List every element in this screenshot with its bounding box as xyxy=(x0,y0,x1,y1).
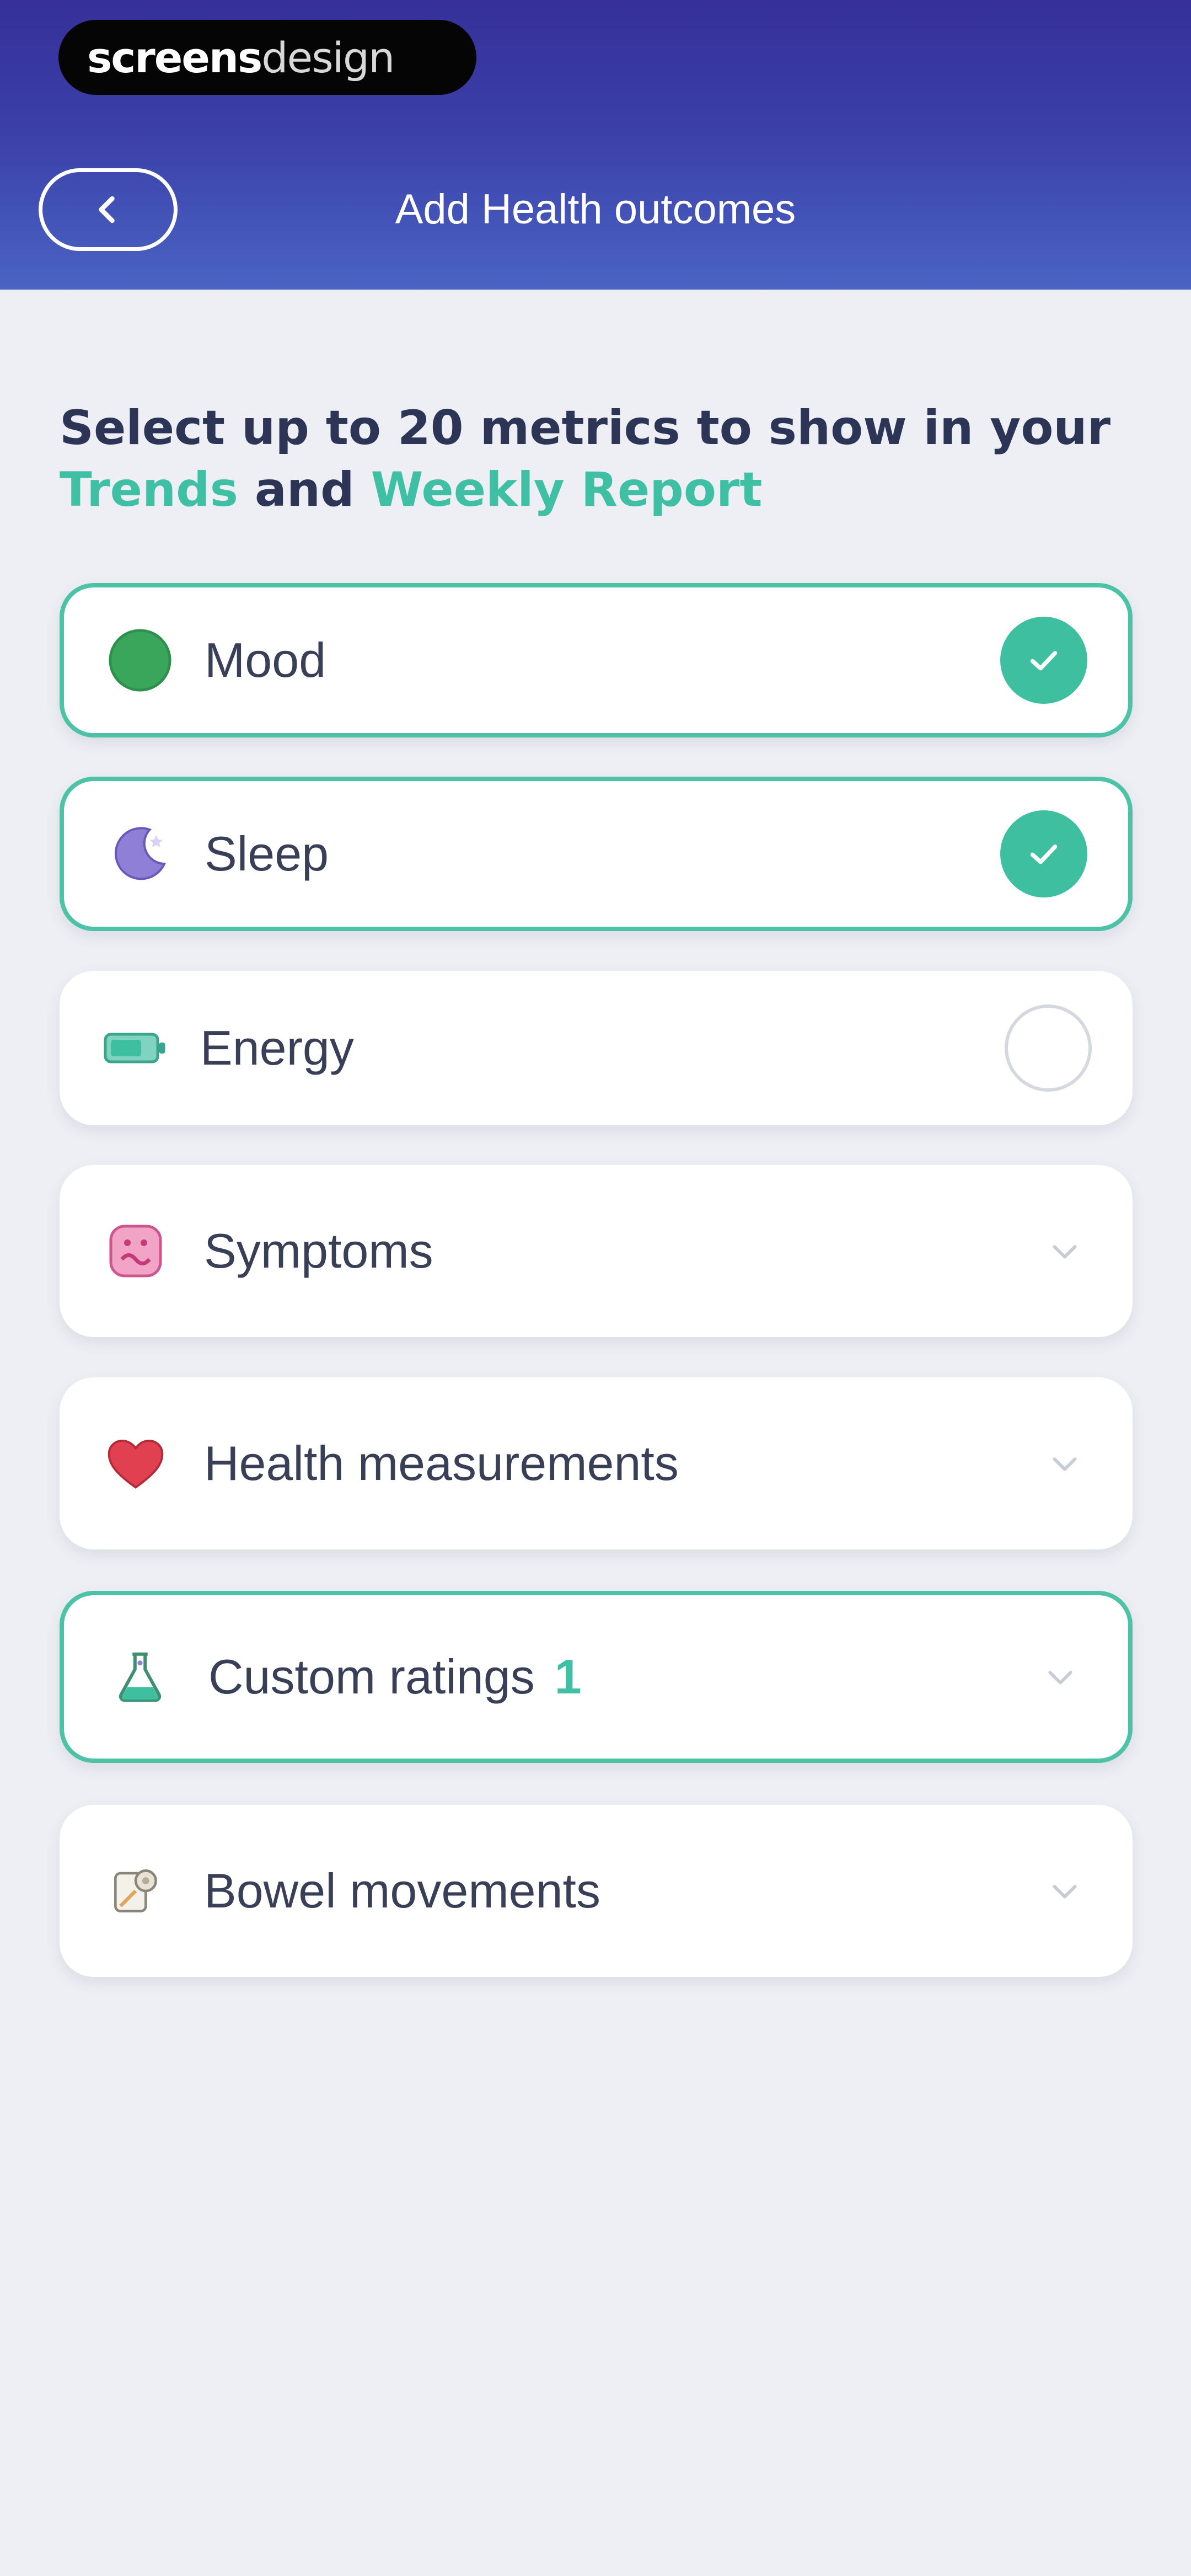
screensdesign-watermark: screens design xyxy=(58,20,476,95)
moon-icon xyxy=(107,821,173,887)
chevron-left-icon xyxy=(99,196,115,223)
category-label: Health measurements xyxy=(204,1436,679,1490)
trends-highlight: Trends xyxy=(60,462,238,517)
checked-checkbox[interactable] xyxy=(1000,617,1087,704)
intro-middle: and xyxy=(238,462,371,517)
metric-card-energy[interactable]: Energy xyxy=(60,971,1133,1125)
back-button[interactable] xyxy=(39,168,178,251)
checked-checkbox[interactable] xyxy=(1000,810,1087,897)
mood-face-icon xyxy=(107,627,173,693)
intro-line-start: Select up to 20 metrics to show in your xyxy=(60,400,1111,456)
category-card-health-measurements[interactable]: Health measurements xyxy=(60,1377,1133,1549)
metric-card-mood[interactable]: Mood xyxy=(60,583,1133,737)
category-label: Custom ratings xyxy=(208,1649,535,1704)
battery-icon xyxy=(103,1015,169,1081)
watermark-part-2: design xyxy=(261,33,395,82)
category-card-bowel-movements[interactable]: Bowel movements xyxy=(60,1805,1133,1977)
page-title: Add Health outcomes xyxy=(395,186,796,233)
heart-icon xyxy=(103,1430,169,1497)
unchecked-checkbox[interactable] xyxy=(1005,1004,1092,1092)
category-label: Symptoms xyxy=(204,1223,433,1278)
chevron-down-icon[interactable] xyxy=(1045,1232,1084,1270)
checkmark-icon xyxy=(1030,845,1058,864)
category-card-symptoms[interactable]: Symptoms xyxy=(60,1165,1133,1337)
watermark-part-1: screens xyxy=(87,33,262,82)
metric-label: Mood xyxy=(205,633,326,687)
checkmark-icon xyxy=(1030,651,1058,671)
top-app-bar: screens design Add Health outcomes xyxy=(0,0,1191,290)
category-label: Bowel movements xyxy=(204,1863,600,1918)
toilet-paper-icon xyxy=(103,1858,169,1924)
flask-icon xyxy=(107,1644,173,1710)
symptoms-icon xyxy=(103,1218,169,1284)
chevron-down-icon[interactable] xyxy=(1045,1444,1084,1483)
metric-card-sleep[interactable]: Sleep xyxy=(60,777,1133,931)
category-card-custom-ratings[interactable]: Custom ratings 1 xyxy=(60,1591,1133,1763)
category-label-row: Custom ratings 1 xyxy=(208,1649,582,1705)
metric-label: Energy xyxy=(200,1020,354,1075)
weekly-report-highlight: Weekly Report xyxy=(371,462,763,517)
chevron-down-icon[interactable] xyxy=(1041,1658,1080,1696)
intro-text: Select up to 20 metrics to show in your … xyxy=(60,397,1140,521)
selected-count-badge: 1 xyxy=(554,1649,582,1704)
metric-label: Sleep xyxy=(205,826,329,881)
chevron-down-icon[interactable] xyxy=(1045,1872,1084,1910)
